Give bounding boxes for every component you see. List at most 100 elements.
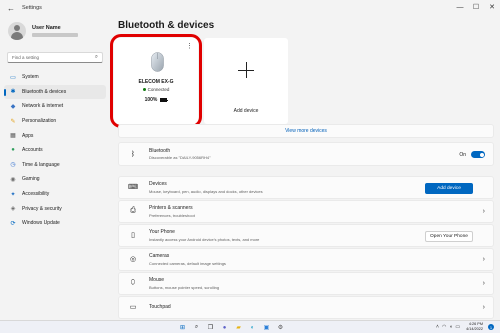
chevron-right-icon: › — [482, 303, 485, 311]
sidebar-item-accessibility[interactable]: ✦ Accessibility — [4, 187, 106, 202]
close-icon[interactable]: ✕ — [484, 0, 500, 14]
add-device-label: Add device — [233, 108, 259, 114]
sidebar-item-label: Gaming — [22, 176, 40, 183]
privacy-security-icon: ◈ — [10, 206, 16, 213]
page-title: Bluetooth & devices — [118, 20, 215, 31]
settings-row-your-phone[interactable]: ▯ Your Phone Instantly access your Android… — [118, 224, 494, 247]
sidebar-item-personalization[interactable]: ✎ Personalization — [4, 114, 106, 129]
sidebar-item-label: System — [22, 74, 39, 81]
settings-icon[interactable]: ⚙ — [276, 323, 285, 332]
cameras-icon: ◎ — [129, 256, 137, 264]
taskbar-apps: ⊞ ⌕ ❐ ● ▰ ◐ ▣ ⚙ — [178, 323, 285, 332]
chevron-up-icon[interactable]: ˄ — [436, 324, 439, 330]
settings-row-touchpad[interactable]: ▭ Touchpad › — [118, 296, 494, 319]
store-icon[interactable]: ▣ — [262, 323, 271, 332]
sidebar-item-label: Personalization — [22, 118, 57, 125]
bluetooth-icon: ᛒ — [130, 150, 136, 158]
battery-icon — [160, 98, 168, 102]
device-name: ELECOM EX-G — [138, 79, 174, 85]
row-title: Devices — [149, 181, 167, 187]
settings-row-devices[interactable]: ⌨ Devices Mouse, keyboard, pen, audio, dis… — [118, 176, 494, 199]
battery-percent: 100% — [144, 97, 158, 103]
battery-level: 100% — [114, 97, 198, 103]
search-input[interactable] — [12, 55, 92, 60]
devices-icon: ⌨ — [127, 184, 139, 192]
system-tray: ˄ ◠ ◖ ▭ 4:26 PM 4/14/2022 1 — [436, 322, 494, 332]
sidebar-item-privacy-security[interactable]: ◈ Privacy & security — [4, 201, 106, 216]
avatar — [8, 22, 26, 40]
device-status: Connected — [114, 87, 198, 92]
device-card-elecom[interactable]: ⋮ ELECOM EX-G Connected 100% — [114, 38, 198, 124]
sidebar-item-windows-update[interactable]: ⟳ Windows Update — [4, 216, 106, 231]
sidebar-item-network-internet[interactable]: ◆ Network & internet — [4, 99, 106, 114]
sidebar-item-gaming[interactable]: ◉ Gaming — [4, 172, 106, 187]
view-more-devices-button[interactable]: View more devices — [118, 124, 494, 138]
add-device-button[interactable]: Add device — [425, 183, 473, 194]
row-title: Your Phone — [149, 229, 175, 235]
row-description: Preferences, troubleshoot — [149, 212, 195, 218]
row-title: Touchpad — [149, 304, 171, 311]
sidebar-item-label: Network & internet — [22, 103, 64, 110]
window-title: Settings — [22, 5, 42, 11]
bluetooth-desc: Discoverable as "DAILY-9056RH4" — [149, 155, 211, 161]
search-icon: ⌕ — [94, 54, 98, 60]
bluetooth-title: Bluetooth — [149, 147, 171, 154]
chevron-right-icon: › — [482, 207, 485, 215]
device-status-label: Connected — [147, 87, 170, 92]
clock-date: 4/14/2022 — [466, 327, 483, 331]
file-explorer-icon[interactable]: ▰ — [234, 323, 243, 332]
sidebar-item-system[interactable]: ▭ System — [4, 70, 106, 85]
sidebar-item-apps[interactable]: ▦ Apps — [4, 128, 106, 143]
minimize-icon[interactable]: — — [452, 0, 468, 14]
settings-list: ⌨ Devices Mouse, keyboard, pen, audio, dis… — [118, 176, 494, 320]
start-icon[interactable]: ⊞ — [178, 323, 187, 332]
notification-badge[interactable]: 1 — [488, 324, 494, 330]
sidebar: User Name ⌕ ▭ System ✱ Bluetooth & devices ◆… — [0, 16, 110, 320]
volume-icon[interactable]: ◖ — [449, 324, 452, 330]
sidebar-item-time-language[interactable]: ◷ Time & language — [4, 158, 106, 173]
user-name: User Name — [32, 25, 61, 31]
open-your-phone-button[interactable]: Open Your Phone — [425, 231, 473, 242]
settings-row-printers-scanners[interactable]: ⎙ Printers & scanners Preferences, trouble… — [118, 200, 494, 223]
chevron-right-icon: › — [482, 279, 485, 287]
windows-update-icon: ⟳ — [10, 220, 16, 227]
maximize-icon[interactable]: ☐ — [468, 0, 484, 14]
row-description: Mouse, keyboard, pen, audio, displays an… — [149, 188, 263, 194]
sidebar-item-label: Privacy & security — [22, 205, 62, 212]
sidebar-item-label: Accessibility — [22, 191, 50, 198]
sidebar-item-accounts[interactable]: ● Accounts — [4, 143, 106, 158]
taskbar: ⊞ ⌕ ❐ ● ▰ ◐ ▣ ⚙ ˄ ◠ ◖ ▭ 4:26 PM 4/14/2022 1 — [0, 320, 500, 333]
task-view-icon[interactable]: ❐ — [206, 323, 215, 332]
row-title: Printers & scanners — [149, 205, 193, 211]
sidebar-item-label: Apps — [22, 132, 34, 139]
search-box[interactable]: ⌕ — [7, 52, 103, 63]
bluetooth-row: ᛒ Bluetooth Discoverable as "DAILY-9056R… — [118, 142, 494, 166]
bluetooth-toggle-label: On — [459, 151, 466, 158]
bluetooth-toggle[interactable] — [471, 151, 485, 158]
personalization-icon: ✎ — [10, 118, 16, 125]
user-profile[interactable]: User Name — [8, 22, 78, 40]
user-email-redacted — [32, 33, 78, 37]
settings-row-cameras[interactable]: ◎ Cameras Connected cameras, default image… — [118, 248, 494, 271]
battery-tray-icon[interactable]: ▭ — [455, 324, 460, 330]
back-arrow-icon[interactable]: ← — [4, 4, 18, 13]
search-icon[interactable]: ⌕ — [192, 323, 201, 332]
settings-row-mouse[interactable]: ⬯ Mouse Buttons, mouse pointer speed, scro… — [118, 272, 494, 295]
your-phone-icon: ▯ — [131, 232, 135, 240]
add-device-card[interactable]: Add device — [204, 38, 288, 124]
row-description: Buttons, mouse pointer speed, scrolling — [149, 284, 220, 290]
chat-icon[interactable]: ● — [220, 323, 229, 332]
clock[interactable]: 4:26 PM 4/14/2022 — [466, 322, 483, 332]
wifi-icon[interactable]: ◠ — [442, 324, 446, 330]
edge-icon[interactable]: ◐ — [248, 323, 257, 332]
title-bar: ← Settings — [0, 0, 500, 16]
sidebar-nav: ▭ System ✱ Bluetooth & devices ◆ Network & in… — [4, 70, 106, 231]
mouse-icon — [151, 52, 164, 72]
accessibility-icon: ✦ — [10, 191, 16, 198]
more-options-icon[interactable]: ⋮ — [186, 42, 193, 50]
sidebar-item-bluetooth-devices[interactable]: ✱ Bluetooth & devices — [4, 84, 106, 100]
plus-icon — [238, 62, 254, 78]
apps-icon: ▦ — [10, 133, 16, 140]
row-title: Cameras — [149, 253, 170, 259]
sidebar-item-label: Accounts — [22, 147, 43, 154]
